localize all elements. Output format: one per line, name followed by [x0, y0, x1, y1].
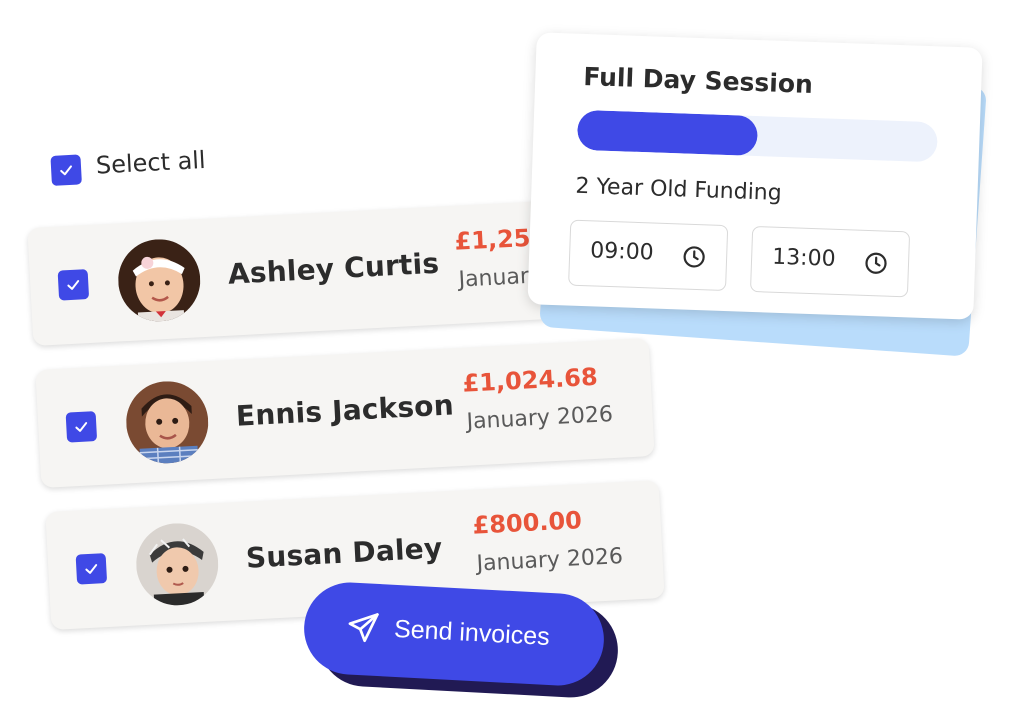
- invoice-month: January 2026: [465, 402, 614, 435]
- end-time-value: 13:00: [771, 244, 836, 272]
- end-time-field[interactable]: 13:00: [749, 225, 911, 298]
- funding-label: 2 Year Old Funding: [575, 173, 783, 206]
- invoice-month: January 2026: [475, 544, 624, 577]
- send-invoices-label: Send invoices: [393, 614, 551, 651]
- check-icon: [67, 280, 80, 290]
- check-icon: [60, 165, 72, 176]
- row-checkbox[interactable]: [75, 553, 108, 585]
- session-panel: Full Day Session 2 Year Old Funding 09:0…: [527, 32, 983, 320]
- send-invoices-button[interactable]: Send invoices: [301, 580, 607, 688]
- paper-plane-icon: [348, 613, 379, 643]
- child-invoice-row[interactable]: Ennis Jackson £1,024.68 January 2026: [35, 338, 655, 488]
- avatar: [124, 379, 211, 466]
- check-icon: [85, 564, 98, 574]
- start-time-value: 09:00: [589, 238, 655, 266]
- session-progress-bar: [576, 109, 938, 163]
- child-name: Ashley Curtis: [227, 246, 440, 291]
- invoice-amount: £1,024.68: [461, 362, 599, 398]
- session-progress-fill: [576, 109, 759, 157]
- row-checkbox[interactable]: [65, 411, 98, 443]
- check-icon: [75, 422, 88, 432]
- invoice-month: Januar: [457, 263, 530, 293]
- session-title: Full Day Session: [582, 61, 814, 99]
- avatar: [134, 521, 221, 608]
- start-time-field[interactable]: 09:00: [568, 219, 729, 292]
- clock-icon: [865, 252, 887, 274]
- select-all-checkbox[interactable]: [50, 154, 82, 186]
- clock-icon: [683, 246, 705, 268]
- child-name: Ennis Jackson: [235, 388, 455, 433]
- row-checkbox[interactable]: [57, 269, 90, 301]
- child-name: Susan Daley: [245, 531, 444, 575]
- avatar: [116, 237, 203, 324]
- invoice-amount: £800.00: [471, 506, 583, 540]
- select-all-label: Select all: [95, 145, 207, 180]
